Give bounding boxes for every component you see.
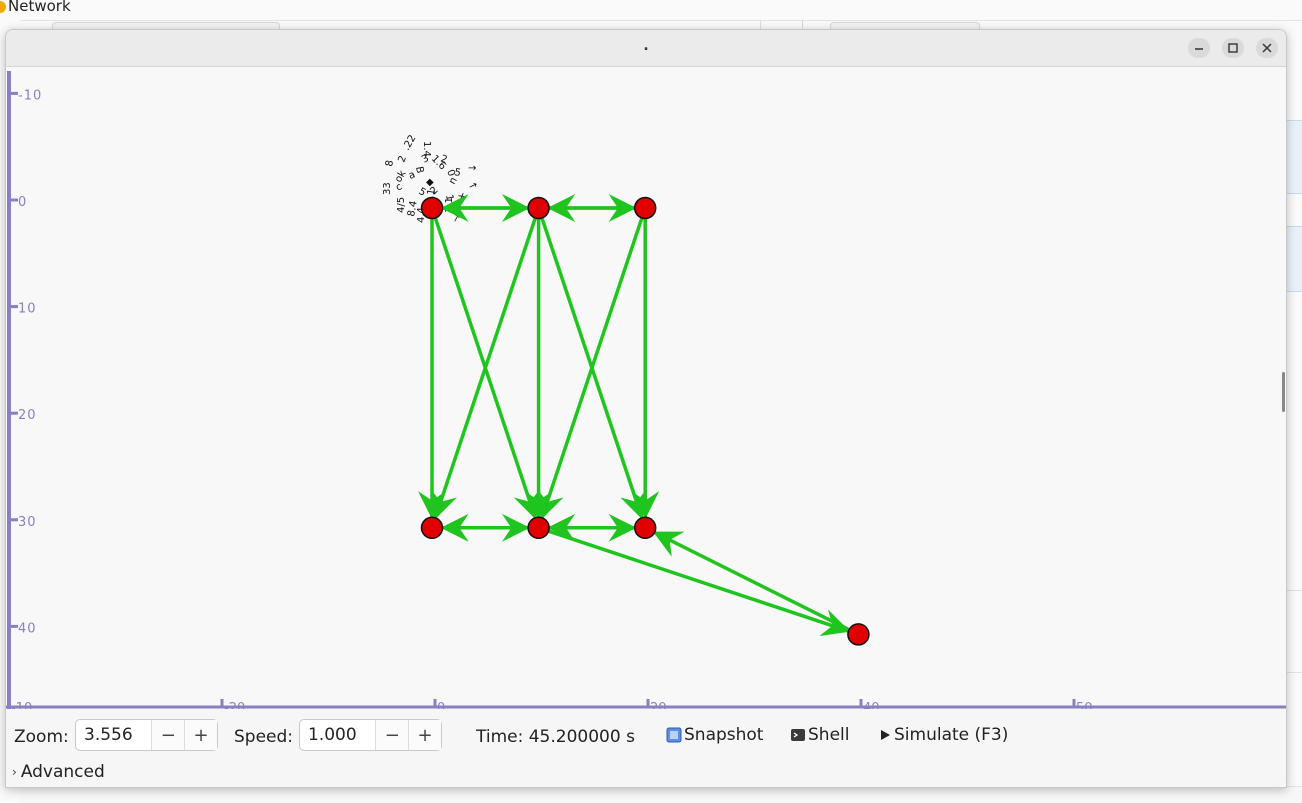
x-tick-label: 50: [1076, 701, 1093, 709]
x-tick-label: -10: [11, 701, 32, 709]
svg-text:→: →: [468, 163, 476, 174]
simulate-label: Simulate (F3): [894, 725, 1009, 745]
x-tick-label: 20: [650, 701, 667, 709]
shell-label: Shell: [808, 725, 850, 745]
background-divider: [1286, 672, 1302, 673]
app-indicator-icon: [0, 0, 6, 13]
snapshot-button[interactable]: Snapshot: [666, 725, 763, 745]
svg-text:x: x: [455, 191, 468, 202]
window-titlebar[interactable]: .: [6, 30, 1286, 67]
minimize-icon: [1195, 48, 1203, 50]
y-tick-label: 30: [18, 515, 37, 530]
background-panel: [1286, 120, 1302, 194]
network-node[interactable]: [527, 516, 550, 540]
terminal-icon: [791, 729, 805, 741]
play-icon: [881, 730, 890, 740]
y-tick-label: -10: [18, 88, 42, 103]
advanced-expander[interactable]: › Advanced: [12, 762, 105, 782]
shell-button[interactable]: Shell: [790, 725, 849, 745]
svg-text:5: 5: [453, 167, 461, 179]
network-node[interactable]: [527, 196, 550, 220]
window-title: .: [643, 38, 649, 54]
svg-text:↗: ↗: [467, 179, 479, 192]
zoom-decrease-button[interactable]: −: [151, 720, 185, 750]
topology-drawing: -10010203040 -10 -20 0 20 40 50 1.4 .22 8 2 B…: [6, 71, 1286, 709]
link-arrow[interactable]: [652, 531, 856, 635]
network-node[interactable]: [420, 196, 444, 220]
svg-text:.22: .22: [401, 133, 418, 152]
background-app-title-text: Network: [8, 0, 71, 15]
network-window: . -10 0 10 20 30 40 -10 -20 0 20 40 50 1.4: [5, 29, 1287, 788]
close-button[interactable]: [1256, 38, 1278, 58]
topology-canvas[interactable]: -10 0 10 20 30 40 -10 -20 0 20 40 50 1.4 .22 8 2 B…: [6, 67, 1286, 709]
zoom-spinner[interactable]: 3.556 − +: [75, 719, 218, 751]
chevron-right-icon: ›: [12, 765, 17, 779]
svg-text:4/5: 4/5: [396, 197, 407, 213]
close-icon: [1262, 43, 1272, 53]
y-tick-label: 0: [18, 195, 27, 210]
minimize-button[interactable]: [1188, 38, 1210, 58]
zoom-increase-button[interactable]: +: [184, 720, 217, 750]
svg-text:2: 2: [396, 154, 409, 164]
speed-label: Speed:: [234, 727, 294, 747]
x-tick-label: 40: [863, 701, 880, 709]
network-node[interactable]: [420, 516, 444, 540]
y-ruler-ticks: -10 0 10 20 30 40: [9, 88, 42, 636]
x-tick-label: -20: [224, 701, 245, 709]
maximize-icon: [1228, 43, 1238, 53]
zoom-label: Zoom:: [14, 727, 69, 747]
snapshot-icon: [666, 727, 682, 743]
svg-text:8: 8: [384, 159, 396, 167]
y-tick-label: 10: [18, 302, 37, 317]
control-toolbar: Zoom: 3.556 − + Speed: 1.000 − + Time: 4…: [6, 709, 1286, 787]
link-arrow[interactable]: [430, 211, 539, 520]
network-node[interactable]: [633, 196, 657, 220]
speed-value[interactable]: 1.000: [300, 720, 375, 750]
speed-spinner[interactable]: 1.000 − +: [299, 719, 442, 751]
network-node[interactable]: [633, 516, 657, 540]
background-divider: [1286, 590, 1302, 591]
vertical-scrollbar[interactable]: [1282, 372, 1285, 412]
y-tick-label: 20: [18, 408, 37, 423]
link-arrow[interactable]: [541, 527, 851, 637]
links-layer: [418, 194, 856, 637]
simulate-button[interactable]: Simulate (F3): [878, 725, 1008, 745]
background-app-title: Network: [0, 0, 71, 16]
background-panel: [1286, 226, 1302, 292]
link-arrow[interactable]: [536, 211, 646, 520]
background-divider: [20, 20, 1302, 21]
maximize-button[interactable]: [1222, 38, 1244, 58]
network-node[interactable]: [847, 623, 870, 646]
speed-increase-button[interactable]: +: [408, 720, 441, 750]
svg-text:33: 33: [382, 182, 393, 195]
svg-text:B: B: [413, 166, 425, 175]
link-arrow[interactable]: [431, 211, 541, 520]
x-tick-label: 0: [437, 701, 445, 709]
advanced-label: Advanced: [20, 762, 105, 782]
simulation-time: Time: 45.200000 s: [476, 727, 635, 747]
link-arrow[interactable]: [538, 211, 647, 520]
speed-decrease-button[interactable]: −: [375, 720, 409, 750]
svg-text:3.1: 3.1: [444, 197, 455, 213]
background-footer: [20, 786, 1302, 803]
snapshot-label: Snapshot: [684, 725, 764, 745]
zoom-value[interactable]: 3.556: [76, 720, 151, 750]
y-tick-label: 40: [18, 621, 37, 636]
